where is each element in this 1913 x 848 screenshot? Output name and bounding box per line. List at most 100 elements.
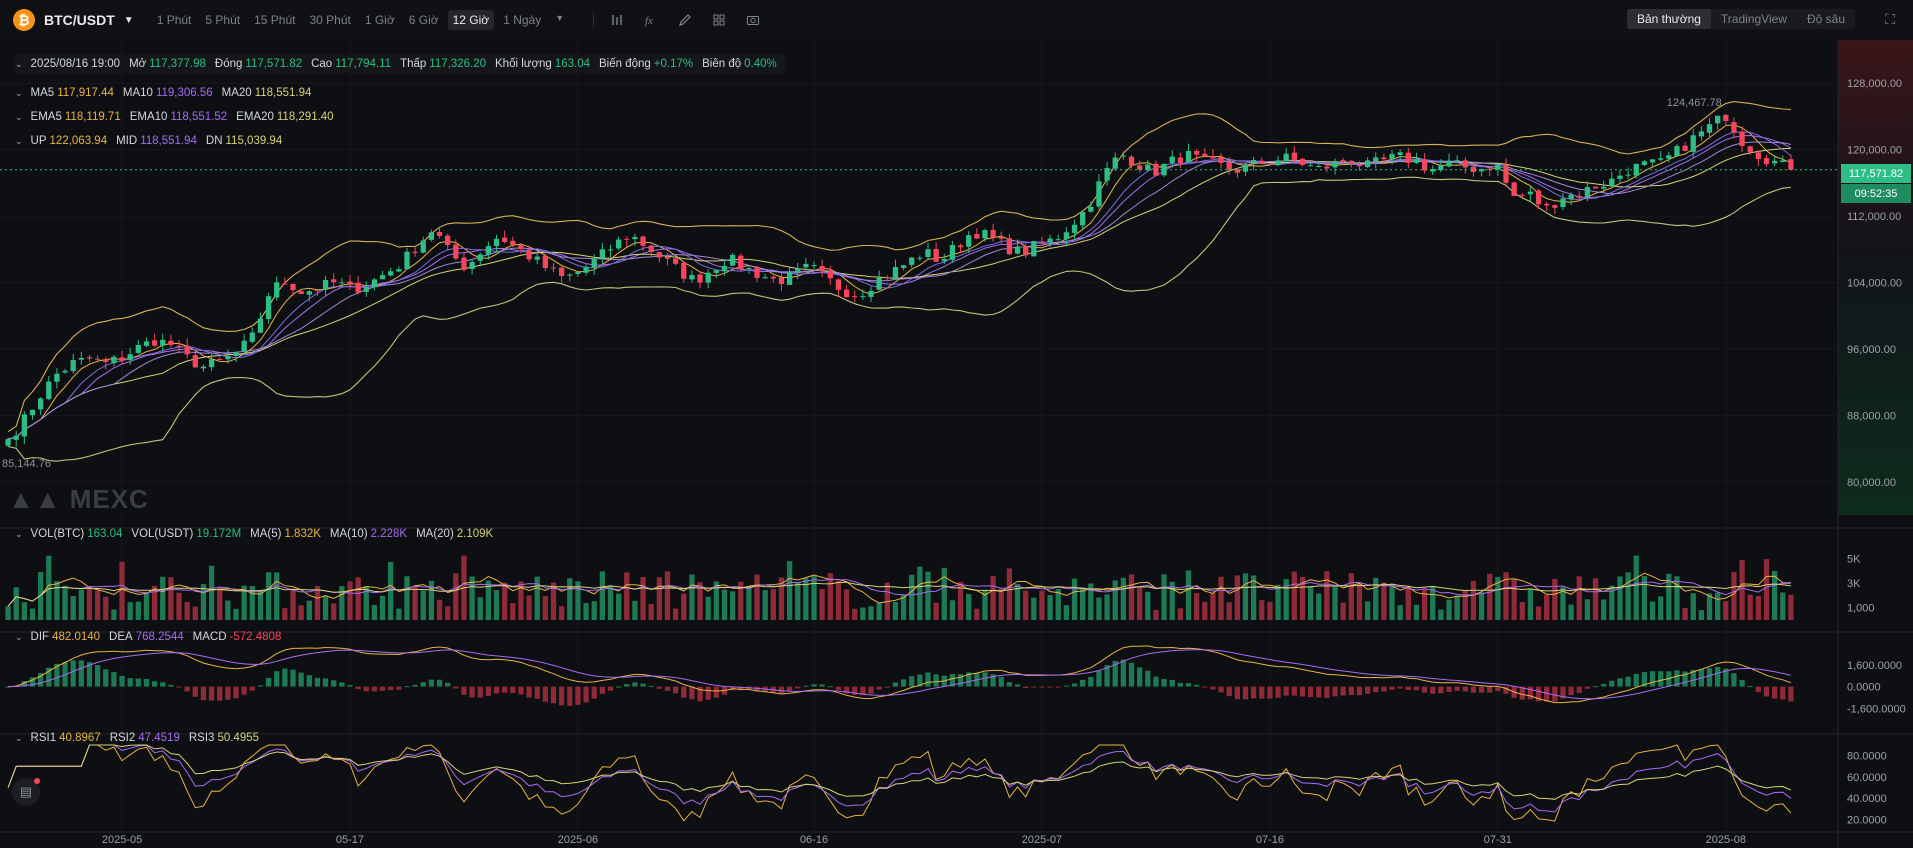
vol-ma10-value: 2.228K (370, 528, 408, 540)
interval-tab[interactable]: 15 Phút (249, 10, 300, 30)
volume-bar (1552, 578, 1558, 620)
macd-histogram-bar (1739, 679, 1745, 687)
macd-histogram-bar (322, 678, 329, 687)
chevron-down-icon[interactable]: ⌄ (15, 529, 23, 540)
min-price-label: 85,144.76 (2, 458, 51, 470)
volume-bar (1316, 593, 1322, 620)
macd-histogram-bar (1601, 683, 1607, 687)
interval-tab[interactable]: 1 Ngày (498, 10, 546, 30)
interval-tab[interactable]: 12 Giờ (447, 10, 495, 30)
volume-bar (21, 602, 27, 620)
volume-bar (729, 591, 736, 620)
candle-body (542, 255, 549, 268)
interval-tab[interactable]: 1 Giờ (360, 10, 400, 30)
volume-bar (1373, 577, 1379, 620)
chevron-down-icon[interactable]: ⌄ (15, 632, 23, 643)
chevron-down-icon[interactable]: ⌄ (15, 733, 23, 744)
macd-histogram-bar (103, 669, 109, 687)
macd-histogram-bar (70, 660, 76, 687)
interval-tab[interactable]: 6 Giờ (404, 10, 444, 30)
candle-body (1145, 164, 1151, 170)
pair-selector[interactable]: BTC/USDT (44, 12, 115, 28)
volume-bar (233, 608, 239, 620)
view-tab[interactable]: Bản thường (1626, 9, 1711, 29)
candle-body (1055, 239, 1061, 241)
macd-histogram-bar (1169, 679, 1175, 687)
volume-bar (664, 571, 671, 620)
candle-body (1690, 135, 1696, 152)
interval-tab[interactable]: 30 Phút (304, 10, 355, 30)
volume-bar (1454, 595, 1460, 620)
chevron-down-icon[interactable]: ⌄ (15, 112, 23, 123)
candle-body (1210, 156, 1216, 159)
macd-histogram-bar (819, 684, 825, 687)
chevron-down-icon[interactable]: ▼ (550, 10, 569, 30)
camera-icon[interactable] (744, 11, 762, 29)
macd-histogram-bar (184, 686, 190, 692)
macd-histogram-bar (835, 686, 842, 690)
volume-bar (567, 578, 573, 620)
fullscreen-icon[interactable]: ⛶ (1885, 11, 1895, 28)
volume-bar (379, 595, 386, 620)
candle-body (559, 267, 565, 276)
volume-bar (1104, 594, 1110, 620)
macd-histogram-bar (1234, 686, 1240, 700)
volume-bar (1080, 587, 1086, 620)
chart-canvas[interactable]: 128,000.00 120,000.00 112,000.00 104,000.00… (0, 40, 1913, 848)
fx-icon[interactable]: fx (642, 11, 660, 29)
volume-bar (1259, 600, 1265, 620)
time-tick-label: 07-16 (1256, 834, 1284, 846)
volume-bar (347, 581, 353, 620)
macd-histogram-bar (388, 686, 394, 691)
macd-histogram-bar (1283, 686, 1289, 696)
dea-value: 768.2544 (135, 631, 184, 643)
volume-bar (1511, 578, 1517, 620)
candle-body (1039, 242, 1045, 244)
chevron-down-icon[interactable]: ⌄ (15, 136, 23, 147)
layout-icon[interactable] (710, 11, 728, 29)
candle-body (135, 345, 141, 353)
volume-bar (168, 577, 174, 620)
candle-body (1242, 164, 1249, 172)
volume-bar (689, 574, 695, 620)
interval-tab[interactable]: 1 Phút (152, 10, 197, 30)
candle-body (672, 258, 679, 264)
macd-histogram-bar (298, 672, 304, 687)
volume-bar (1601, 599, 1607, 620)
chevron-down-icon[interactable]: ▼ (124, 15, 134, 26)
macd-histogram-bar (111, 672, 117, 687)
volume-bar (314, 586, 321, 620)
view-tab[interactable]: Độ sâu (1797, 9, 1855, 29)
chevron-down-icon[interactable]: ⌄ (15, 88, 23, 99)
macd-histogram-bar (1259, 686, 1265, 699)
macd-histogram-bar (249, 686, 255, 691)
candle-body (461, 257, 467, 270)
indicator-icon[interactable] (608, 11, 626, 29)
candle-body (966, 235, 972, 247)
volume-bar (941, 567, 947, 620)
rsi1-value: 40.8967 (59, 732, 101, 744)
macd-histogram-bar (591, 686, 597, 699)
macd-histogram-bar (119, 675, 125, 687)
interval-tab[interactable]: 5 Phút (200, 10, 245, 30)
macd-histogram-bar (1071, 683, 1078, 687)
pencil-icon[interactable] (676, 11, 694, 29)
volume-bar (835, 581, 842, 620)
candle-body (1047, 238, 1053, 243)
candle-body (1031, 241, 1037, 257)
macd-histogram-bar (559, 686, 565, 706)
max-price-label: 124,467.78 (1667, 97, 1722, 109)
volume-bar (1226, 602, 1232, 620)
macd-histogram-bar (803, 685, 809, 687)
candle-body (1552, 205, 1558, 208)
volume-bar (1291, 571, 1297, 620)
macd-histogram-bar (371, 686, 378, 692)
macd-histogram-bar (518, 686, 524, 695)
volume-bar (1747, 594, 1753, 620)
view-tab[interactable]: TradingView (1711, 9, 1797, 29)
candle-body (1739, 131, 1745, 146)
macd-histogram-bar (1747, 686, 1753, 688)
candle-body (852, 296, 858, 298)
candle-body (982, 230, 988, 239)
chevron-down-icon[interactable]: ⌄ (15, 59, 23, 70)
